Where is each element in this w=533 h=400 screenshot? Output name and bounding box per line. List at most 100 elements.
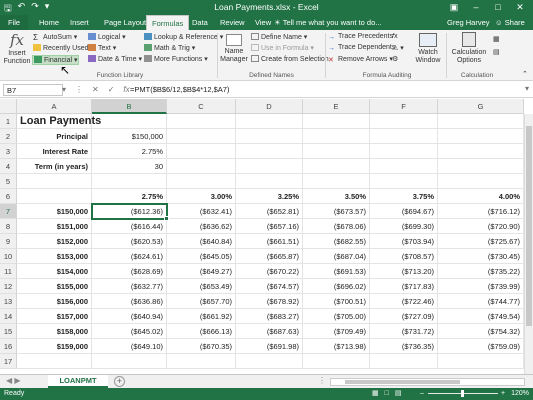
active-cell[interactable]: ($612.36) <box>91 203 168 220</box>
payment-value[interactable]: ($661.92) <box>167 309 236 324</box>
row-header-8[interactable]: 8 <box>0 219 17 234</box>
rate-header[interactable]: 3.50% <box>303 189 370 204</box>
cell-e17[interactable] <box>303 354 370 369</box>
cell-c3[interactable] <box>167 144 236 159</box>
show-formulas-icon[interactable]: 𝑓x <box>392 33 398 41</box>
user-name[interactable]: Greg Harvey <box>447 15 490 30</box>
payment-value[interactable]: ($744.77) <box>438 294 524 309</box>
define-name-button[interactable]: Define Name ▾ <box>251 33 307 41</box>
payment-value[interactable]: ($759.09) <box>438 339 524 354</box>
tab-page-layout[interactable]: Page Layout <box>99 15 151 30</box>
cell-a5[interactable] <box>17 174 92 189</box>
payment-value[interactable]: ($716.12) <box>438 204 524 219</box>
create-from-selection-button[interactable]: Create from Selection <box>251 55 329 63</box>
text-button[interactable]: Text ▾ <box>88 44 116 52</box>
cell-g4[interactable] <box>438 159 524 174</box>
payment-value[interactable]: ($730.45) <box>438 249 524 264</box>
payment-value[interactable]: ($731.72) <box>370 324 438 339</box>
expand-formula-bar-icon[interactable]: ▾ <box>525 84 529 93</box>
cancel-icon[interactable]: ✕ <box>92 83 99 97</box>
rate-header[interactable]: 3.25% <box>236 189 303 204</box>
row-header-9[interactable]: 9 <box>0 234 17 249</box>
payment-value[interactable]: ($691.98) <box>236 339 303 354</box>
tab-home[interactable]: Home <box>34 15 64 30</box>
payment-value[interactable]: ($696.02) <box>303 279 370 294</box>
row-header-12[interactable]: 12 <box>0 279 17 294</box>
zoom-level[interactable]: 120% <box>511 388 529 400</box>
cell-e4[interactable] <box>303 159 370 174</box>
payment-value[interactable]: ($708.57) <box>370 249 438 264</box>
zoom-out-icon[interactable]: – <box>420 388 424 400</box>
payment-value[interactable]: ($754.32) <box>438 324 524 339</box>
lookup-reference-button[interactable]: Lookup & Reference ▾ <box>144 33 223 41</box>
row-header-13[interactable]: 13 <box>0 294 17 309</box>
input-value[interactable]: 2.75% <box>92 144 167 159</box>
cell-g5[interactable] <box>438 174 524 189</box>
payment-value[interactable]: ($691.53) <box>303 264 370 279</box>
watch-window-button[interactable]: Watch Window <box>411 32 445 65</box>
zoom-slider-knob[interactable] <box>461 390 464 397</box>
payment-value[interactable]: ($653.49) <box>167 279 236 294</box>
payment-value[interactable]: ($632.41) <box>167 204 236 219</box>
cell-f17[interactable] <box>370 354 438 369</box>
horizontal-scroll-thumb[interactable] <box>345 380 460 384</box>
payment-value[interactable]: ($739.99) <box>438 279 524 294</box>
principal-value[interactable]: $155,000 <box>17 279 92 294</box>
tab-insert[interactable]: Insert <box>65 15 94 30</box>
financial-button[interactable]: Financial ▾ <box>32 55 80 65</box>
row-header-7[interactable]: 7 <box>0 204 17 219</box>
payment-value[interactable]: ($645.02) <box>92 324 167 339</box>
payment-value[interactable]: ($670.35) <box>167 339 236 354</box>
sheet-nav-arrows[interactable]: ◀ ▶ <box>6 376 21 385</box>
use-in-formula-button[interactable]: Use in Formula ▾ <box>251 44 314 52</box>
payment-value[interactable]: ($636.86) <box>92 294 167 309</box>
payment-value[interactable]: ($661.51) <box>236 234 303 249</box>
cell-g3[interactable] <box>438 144 524 159</box>
payment-value[interactable]: ($649.27) <box>167 264 236 279</box>
input-label[interactable]: Interest Rate <box>17 144 92 159</box>
payment-value[interactable]: ($640.94) <box>92 309 167 324</box>
payment-value[interactable]: ($624.61) <box>92 249 167 264</box>
payment-value[interactable]: ($749.54) <box>438 309 524 324</box>
minimize-icon[interactable]: – <box>465 0 487 15</box>
logical-button[interactable]: Logical ▾ <box>88 33 126 41</box>
payment-value[interactable]: ($636.62) <box>167 219 236 234</box>
row-header-17[interactable]: 17 <box>0 354 17 369</box>
tab-formulas[interactable]: Formulas <box>146 15 190 30</box>
cell-c5[interactable] <box>167 174 236 189</box>
input-label[interactable]: Principal <box>17 129 92 144</box>
payment-value[interactable]: ($735.22) <box>438 264 524 279</box>
payment-value[interactable]: ($705.00) <box>303 309 370 324</box>
payment-value[interactable]: ($666.13) <box>167 324 236 339</box>
cell-d17[interactable] <box>236 354 303 369</box>
payment-value[interactable]: ($649.10) <box>92 339 167 354</box>
payment-value[interactable]: ($645.05) <box>167 249 236 264</box>
recently-used-button[interactable]: Recently Used ▾ <box>33 44 94 52</box>
fill-handle[interactable] <box>164 216 169 221</box>
vertical-scrollbar[interactable] <box>524 114 533 374</box>
payment-value[interactable]: ($678.06) <box>303 219 370 234</box>
payment-value[interactable]: ($687.63) <box>236 324 303 339</box>
row-header-16[interactable]: 16 <box>0 339 17 354</box>
calculate-sheet-icon[interactable]: ▤ <box>493 48 500 56</box>
row-header-5[interactable]: 5 <box>0 174 17 189</box>
enter-icon[interactable]: ✓ <box>108 83 115 97</box>
principal-value[interactable]: $158,000 <box>17 324 92 339</box>
payment-value[interactable]: ($632.77) <box>92 279 167 294</box>
column-header-e[interactable]: E <box>303 99 370 114</box>
select-all-corner[interactable] <box>0 99 17 114</box>
page-layout-view-icon[interactable]: □ <box>385 388 389 400</box>
column-header-f[interactable]: F <box>370 99 438 114</box>
more-functions-button[interactable]: More Functions ▾ <box>144 55 208 63</box>
share-button[interactable]: ☺ Share <box>495 15 525 30</box>
row-header-10[interactable]: 10 <box>0 249 17 264</box>
cell-d3[interactable] <box>236 144 303 159</box>
payment-value[interactable]: ($640.84) <box>167 234 236 249</box>
collapse-ribbon-icon[interactable]: ⌃ <box>522 70 528 78</box>
cell-f5[interactable] <box>370 174 438 189</box>
cell-c1[interactable] <box>167 114 236 129</box>
autosum-button[interactable]: Σ AutoSum ▾ <box>33 33 77 42</box>
payment-value[interactable]: ($720.90) <box>438 219 524 234</box>
sheet-tab-loanpmt[interactable]: LOANPMT <box>48 375 108 388</box>
insert-function-icon[interactable]: fx <box>123 83 129 97</box>
